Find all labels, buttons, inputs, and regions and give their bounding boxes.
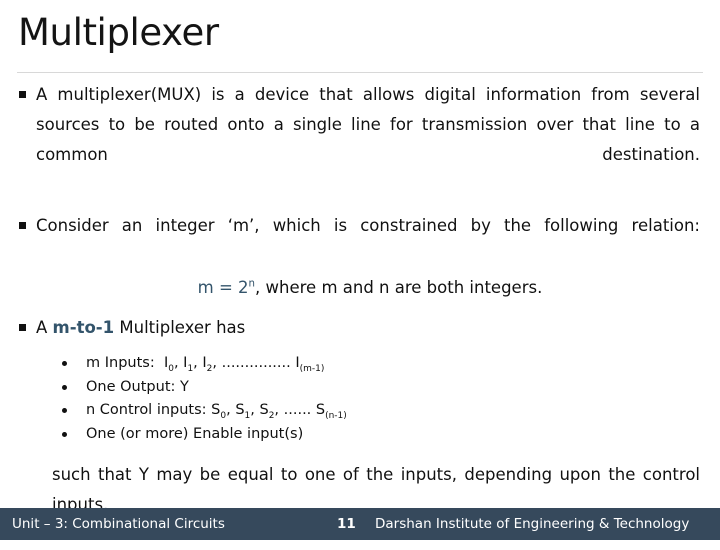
title-area: Multiplexer [0, 0, 720, 74]
round-bullet-icon [62, 408, 67, 413]
bullet-prefix: A [36, 318, 53, 337]
bullet-text: A multiplexer(MUX) is a device that allo… [36, 85, 700, 164]
list-item: n Control inputs: S0, S1, S2, ...... S(n… [0, 399, 720, 423]
equation-line: m = 2n, where m and n are both integers. [0, 273, 720, 303]
equation-lhs: m = 2 [197, 278, 249, 297]
sub-separator-1: , I [173, 355, 188, 371]
title-divider [17, 72, 703, 73]
list-item: One (or more) Enable input(s) [0, 423, 720, 447]
list-item: m Inputs: I0, I1, I2, ............... I(… [0, 352, 720, 376]
sub-bullet-label: n Control inputs: [86, 402, 207, 418]
sub-bullet-text: One Output: Y [86, 378, 189, 395]
bullet-item: A multiplexer(MUX) is a device that allo… [0, 80, 720, 200]
equation-rest: , where m and n are both integers. [255, 278, 543, 297]
sub-bullet-label: m Inputs: [86, 355, 155, 371]
square-bullet-icon [19, 324, 26, 331]
bullet-suffix: Multiplexer has [114, 318, 246, 337]
sub-separator-2: , I [193, 355, 207, 371]
square-bullet-icon [19, 222, 26, 229]
list-item: One Output: Y [0, 376, 720, 400]
sub-separator-2: , S [250, 402, 269, 418]
round-bullet-icon [62, 431, 67, 437]
sub-index-last: (n-1) [325, 410, 347, 421]
sub-separator-1: , S [226, 402, 245, 418]
sub-bullet-symbol: S [211, 402, 221, 418]
bullet-highlight: m-to-1 [52, 318, 115, 337]
footer-unit-label: Unit – 3: Combinational Circuits [12, 516, 225, 532]
sub-bullet-list: m Inputs: I0, I1, I2, ............... I(… [0, 352, 720, 446]
sub-ellipsis: , ............... I [212, 355, 300, 371]
page-title: Multiplexer [18, 11, 219, 54]
sub-index-last: (m-1) [299, 363, 325, 374]
sub-ellipsis: , ...... S [274, 402, 326, 418]
square-bullet-icon [19, 91, 26, 98]
slide-body: A multiplexer(MUX) is a device that allo… [0, 80, 720, 514]
footer-institute-label: Darshan Institute of Engineering & Techn… [375, 516, 690, 532]
bullet-text: Consider an integer ‘m’, which is constr… [36, 216, 700, 235]
footer-bar: Unit – 3: Combinational Circuits 11 Dars… [0, 508, 720, 540]
bullet-item: Consider an integer ‘m’, which is constr… [0, 211, 720, 271]
bullet-item: A m-to-1 Multiplexer has [0, 313, 720, 343]
round-bullet-icon [62, 384, 67, 390]
sub-bullet-text: One (or more) Enable input(s) [86, 425, 304, 442]
footer-page-number: 11 [337, 516, 356, 532]
slide: Multiplexer A multiplexer(MUX) is a devi… [0, 0, 720, 540]
round-bullet-icon [62, 361, 67, 366]
